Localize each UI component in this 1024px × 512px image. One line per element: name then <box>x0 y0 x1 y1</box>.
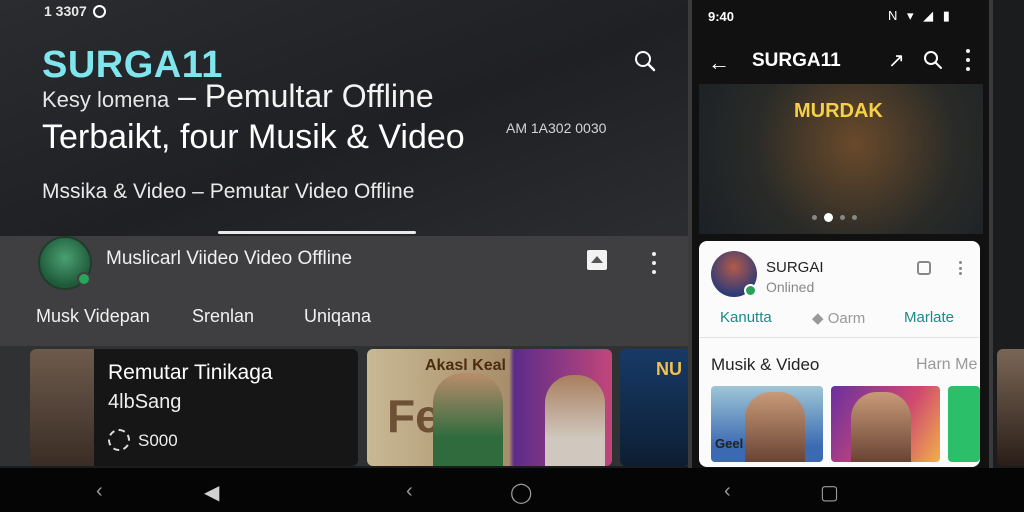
status-time: 1 3307 <box>44 3 87 19</box>
nav-back-icon-2[interactable]: ‹ <box>406 480 413 503</box>
profile-more-icon[interactable] <box>957 261 963 275</box>
featured-photo <box>30 349 94 466</box>
action-3[interactable]: Marlate <box>904 309 954 326</box>
notification-icon <box>92 4 106 18</box>
action-1[interactable]: Kanutta <box>720 309 772 326</box>
nav-home-icon[interactable]: ◯ <box>510 480 532 505</box>
tab-3[interactable]: Uniqana <box>304 306 371 327</box>
side-code: AM 1A302 0030 <box>506 120 607 136</box>
share-icon[interactable]: ↗ <box>888 48 905 73</box>
subheading: Mssika & Video – Pemutar Video Offline <box>42 180 415 203</box>
card2-person <box>433 373 503 466</box>
scroll-indicator <box>218 231 416 234</box>
headline-line2: Terbaikt, four Musik & Video <box>42 118 465 156</box>
video-card-4[interactable] <box>997 349 1024 466</box>
headline-line1: Kesy lomena – Pemultar Offline <box>42 78 434 115</box>
featured-subtitle: 4lbSang <box>108 391 182 413</box>
profile-status: Onlined <box>766 279 815 295</box>
divider <box>700 337 979 338</box>
card2-person-2 <box>545 375 605 466</box>
video-card-3[interactable]: NU <box>620 349 690 466</box>
phone-app-title: SURGA11 <box>752 50 841 71</box>
featured-title: Remutar Tinikaga <box>108 361 273 384</box>
featured-card[interactable]: Remutar Tinikaga 4lbSang S000 <box>30 349 358 466</box>
tab-1[interactable]: Musk Videpan <box>36 306 150 327</box>
action-2[interactable]: ◆ Oarm <box>812 309 865 327</box>
headline-prefix: Kesy lomena <box>42 87 170 112</box>
views-icon <box>108 429 130 451</box>
thumbnail-1-label: Geel <box>715 436 744 451</box>
headline-main: – Pemultar Offline <box>178 78 434 114</box>
nav-play-icon[interactable]: ◀ <box>204 480 219 505</box>
section-title: Musik & Video <box>711 355 820 374</box>
carousel-dots[interactable] <box>812 213 857 222</box>
cast-button[interactable] <box>587 250 607 270</box>
card3-label: NU <box>656 359 682 379</box>
profile-name: SURGAI <box>766 259 824 276</box>
thumbnail-3[interactable] <box>948 386 980 462</box>
phone-status-icons: N ▾ ◢ ▮ <box>888 8 953 23</box>
verified-icon <box>77 272 91 286</box>
banner-title: MURDAK <box>794 100 883 122</box>
profile-verified-icon <box>744 284 757 297</box>
action-2-label: Oarm <box>827 310 866 327</box>
phone-search-icon[interactable] <box>922 49 944 71</box>
nav-back-icon-3[interactable]: ‹ <box>724 480 731 503</box>
more-menu-icon[interactable] <box>651 252 657 274</box>
back-arrow-icon[interactable]: ← <box>708 50 730 76</box>
video-card-2[interactable]: Akasl Keal Feal <box>367 349 612 466</box>
thumbnail-2-person <box>851 392 911 462</box>
section-more-link[interactable]: Harn Me <box>916 356 977 374</box>
phone-more-icon[interactable] <box>965 49 971 71</box>
thumbnail-1[interactable]: Geel <box>711 386 823 462</box>
nav-back-icon[interactable]: ‹ <box>96 480 103 503</box>
thumbnail-2[interactable] <box>831 386 940 462</box>
thumbnail-1-person <box>745 392 805 462</box>
status-bar-left: 1 3307 <box>44 3 106 19</box>
channel-name: Muslicarl Viideo Video Offline <box>106 248 353 269</box>
notify-icon[interactable] <box>917 261 931 275</box>
featured-count: S000 <box>138 431 178 450</box>
search-icon[interactable] <box>632 48 658 74</box>
nav-recent-icon[interactable]: ▢ <box>820 480 839 505</box>
tab-2[interactable]: Srenlan <box>192 306 254 327</box>
phone-status-time: 9:40 <box>708 9 735 24</box>
